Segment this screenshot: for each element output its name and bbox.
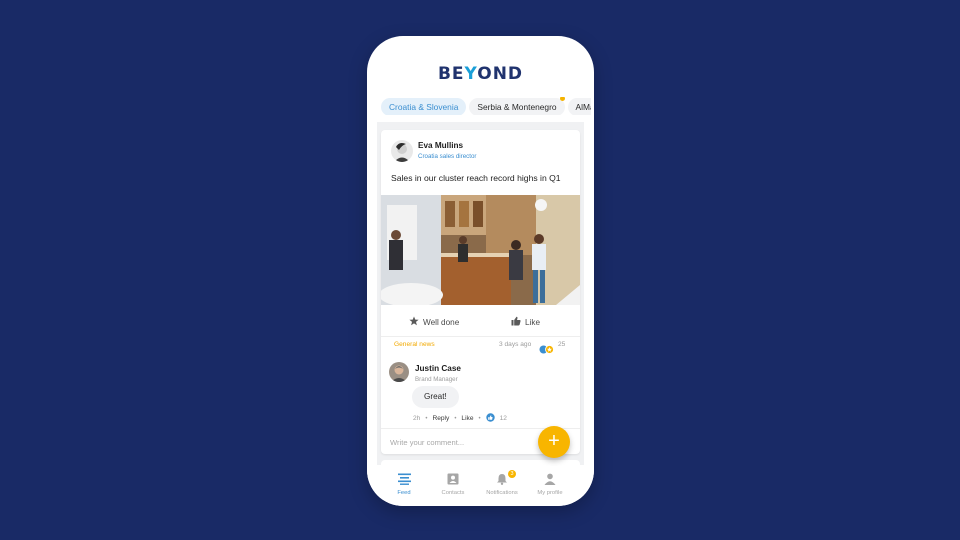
feed[interactable]: Eva Mullins Croatia sales director Sales… xyxy=(377,122,584,465)
region-tabs: Croatia & Slovenia Serbia & Montenegro AlM… xyxy=(381,97,591,115)
notifications-badge: 3 xyxy=(508,470,516,478)
post-card: Eva Mullins Croatia sales director Sales… xyxy=(381,130,580,454)
commenter-role: Brand Manager xyxy=(415,376,458,383)
post-meta: General news 3 days ago 25 xyxy=(381,336,580,354)
tab-almal[interactable]: AlMal xyxy=(567,98,591,115)
tab-croatia-slovenia[interactable]: Croatia & Slovenia xyxy=(381,98,467,115)
nav-notifications[interactable]: 3 Notifications xyxy=(477,470,527,496)
commenter-name[interactable]: Justin Case xyxy=(415,364,461,373)
comment-like-count: 12 xyxy=(499,415,507,422)
profile-icon xyxy=(525,471,575,487)
nav-contacts[interactable]: Contacts xyxy=(428,471,478,496)
tab-serbia-montenegro[interactable]: Serbia & Montenegro xyxy=(469,97,565,115)
add-post-button[interactable]: + xyxy=(538,426,570,458)
reaction-count: 25 xyxy=(558,341,566,348)
nav-my-profile[interactable]: My profile xyxy=(525,471,575,496)
author-role: Croatia sales director xyxy=(418,153,477,160)
comment-bubble: Great! xyxy=(412,386,459,408)
app-logo: BEYOND xyxy=(437,64,524,84)
feed-icon xyxy=(379,471,429,487)
nav-feed[interactable]: Feed xyxy=(379,471,429,496)
star-icon xyxy=(409,316,419,328)
next-post-card[interactable] xyxy=(381,460,580,465)
well-done-button[interactable]: Well done xyxy=(409,316,459,328)
reactions-icon[interactable] xyxy=(539,341,555,354)
bottom-nav: Feed Contacts 3 Notifications My profile xyxy=(367,466,594,506)
post-text: Sales in our cluster reach record highs … xyxy=(391,173,561,183)
reply-link[interactable]: Reply xyxy=(432,415,449,422)
author-avatar[interactable] xyxy=(391,140,413,162)
bell-icon: 3 xyxy=(477,470,527,487)
notification-dot xyxy=(559,97,565,101)
comment-meta: 2h • Reply • Like • 12 xyxy=(413,413,507,424)
comment-like-link[interactable]: Like xyxy=(461,415,473,422)
thumbs-up-icon xyxy=(511,316,521,328)
contacts-icon xyxy=(428,471,478,487)
post-time: 3 days ago xyxy=(499,341,532,348)
phone-frame: BEYOND Croatia & Slovenia Serbia & Monten… xyxy=(367,36,594,506)
comment-time: 2h xyxy=(413,415,421,422)
commenter-avatar[interactable] xyxy=(389,362,409,382)
post-category[interactable]: General news xyxy=(394,341,435,348)
author-name[interactable]: Eva Mullins xyxy=(418,141,463,150)
post-actions: Well done Like xyxy=(381,312,580,332)
post-photo[interactable] xyxy=(381,195,580,305)
like-button[interactable]: Like xyxy=(511,316,540,328)
like-reaction-icon xyxy=(485,413,495,424)
